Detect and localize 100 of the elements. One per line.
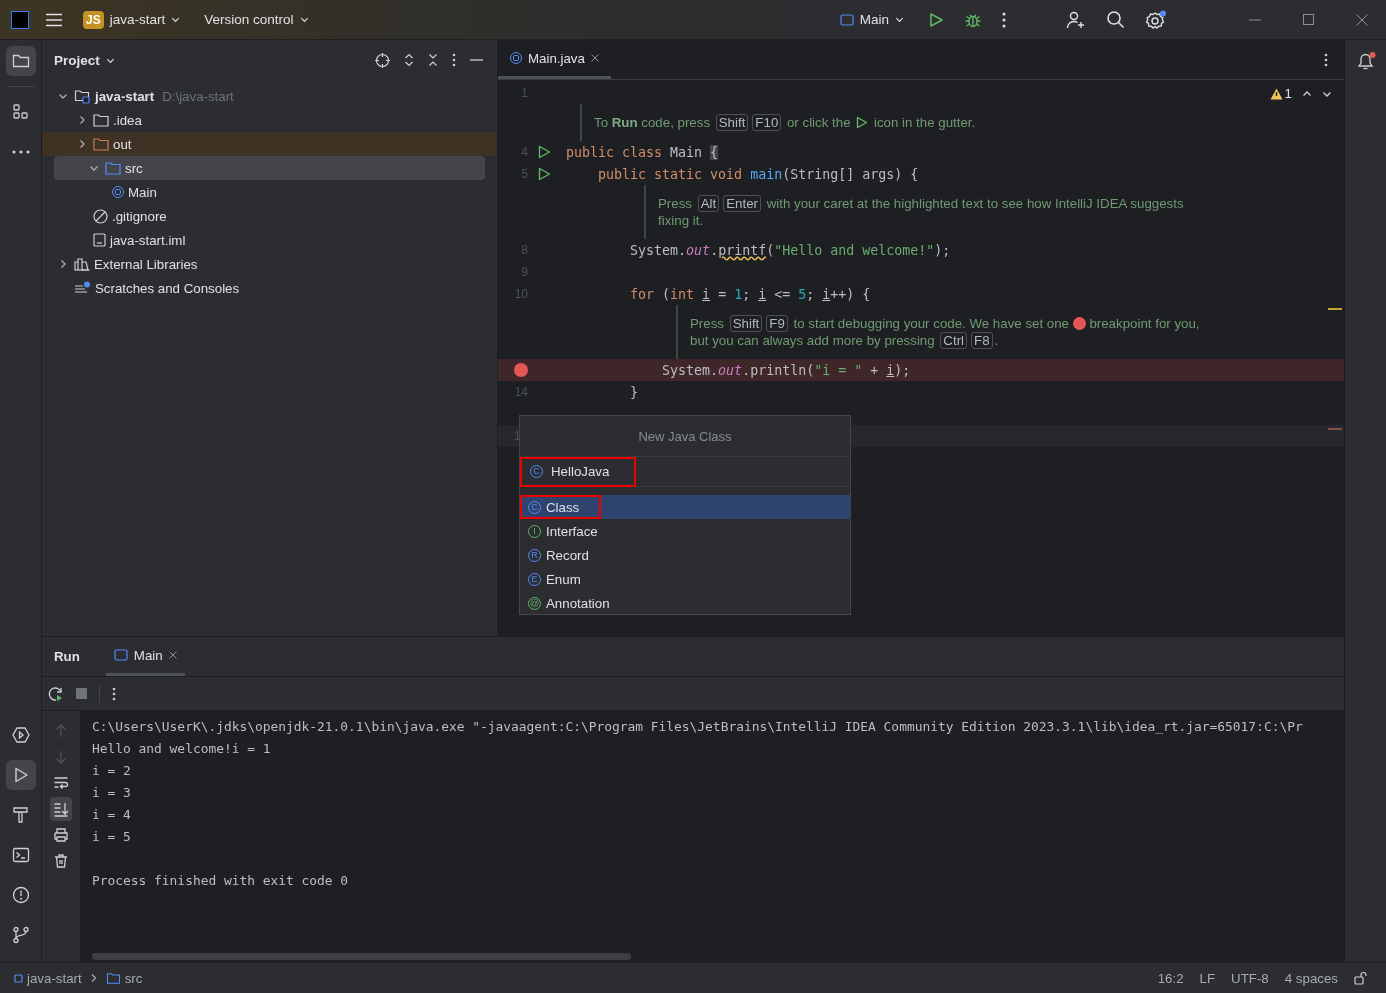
chevron-right-icon: [89, 973, 98, 983]
tree-item[interactable]: .gitignore: [42, 204, 485, 228]
expand-all-icon[interactable]: [404, 53, 414, 67]
more-icon[interactable]: [452, 53, 456, 67]
run-icon[interactable]: [537, 167, 551, 181]
status-item[interactable]: 4 spaces: [1284, 970, 1338, 986]
class-kind-option[interactable]: E Enum: [520, 567, 603, 591]
tool-window-title: Run: [54, 649, 80, 664]
app-logo-icon: [11, 10, 29, 29]
console-line: i = 3: [92, 784, 132, 802]
panel-title-dropdown[interactable]: Project: [54, 52, 115, 68]
more-icon[interactable]: [1002, 11, 1006, 28]
maximize-icon[interactable]: [1303, 14, 1314, 25]
window-icon: [113, 649, 128, 661]
chevron-right-icon[interactable]: [77, 115, 87, 125]
services-icon: [10, 725, 31, 745]
close-icon[interactable]: [168, 651, 177, 659]
close-icon[interactable]: [590, 54, 599, 62]
chevron-down-icon[interactable]: [58, 91, 68, 101]
breadcrumb[interactable]: java-start: [14, 970, 82, 986]
console-line: C:\Users\UserK\.jdks\openjdk-21.0.1\bin\java.exe "-javaagent:C:\Program Files\JetBrains\IntelliJ IDEA Community Edition 2023.3.1\lib\idea_rt.jar=65017:C:\Pr: [92, 718, 1304, 736]
scroll-to-end-icon[interactable]: [50, 797, 72, 821]
class-kind-option[interactable]: @ Annotation: [520, 591, 632, 615]
breadcrumb[interactable]: src: [105, 970, 143, 986]
tree-item[interactable]: Scratches and Consoles: [42, 276, 485, 300]
add-user-icon[interactable]: [1066, 9, 1086, 30]
search-icon[interactable]: [1106, 10, 1125, 29]
close-icon[interactable]: [1356, 13, 1368, 26]
branch-icon: [10, 925, 31, 945]
console-line: Hello and welcome!i = 1: [92, 740, 272, 758]
code-line: public class Main {: [566, 144, 719, 160]
folder-icon: [93, 113, 109, 127]
class-kind-option[interactable]: I Interface: [520, 519, 620, 543]
folder-icon: [105, 972, 121, 984]
console-line: Process finished with exit code 0: [92, 872, 350, 890]
tool-window-button[interactable]: [5, 760, 36, 790]
hammer-icon: [10, 805, 31, 825]
workspace-switcher[interactable]: JS java-start: [79, 6, 185, 33]
console-line: i = 4: [92, 806, 132, 824]
version-control-menu[interactable]: Version control: [200, 8, 313, 31]
warning-count[interactable]: 1: [1269, 86, 1292, 101]
console-line: i = 2: [92, 762, 132, 780]
code-line: System.out.println("i = " + i);: [661, 362, 911, 378]
chevron-down-icon: [299, 15, 309, 24]
code-line: }: [629, 384, 639, 400]
tree-item[interactable]: Main: [42, 180, 485, 204]
run-icon[interactable]: [928, 11, 944, 28]
folder-icon: [105, 161, 121, 175]
chevron-right-icon[interactable]: [77, 139, 87, 149]
run-icon[interactable]: [537, 145, 551, 159]
settings-icon[interactable]: [1145, 9, 1167, 30]
class-icon: [112, 186, 124, 198]
module-folder-icon: [74, 88, 91, 104]
window-icon: [839, 13, 854, 26]
tree-item[interactable]: .idea: [42, 108, 485, 132]
tree-item[interactable]: External Libraries: [42, 252, 485, 276]
console-line: i = 5: [92, 828, 132, 846]
scratches-icon: [74, 281, 91, 295]
file-icon: [93, 233, 106, 247]
collapse-all-icon[interactable]: [428, 53, 438, 67]
tree-item[interactable]: java-start D:\java-start: [42, 84, 485, 108]
run-tab[interactable]: Main: [105, 637, 185, 676]
inline-hint: To Run code, press Shift F10 or click the icon in the gutter.: [580, 104, 976, 141]
structure-icon: [10, 102, 31, 122]
rerun-icon[interactable]: [48, 685, 64, 702]
run-configuration-selector[interactable]: Main: [835, 8, 908, 31]
scrollbar[interactable]: [92, 953, 631, 960]
inline-hint: Press Alt Enter with your caret at the highlighted text to see how IntelliJ IDEA suggests fixing it.: [644, 185, 1184, 239]
code-line: for (int i = 1; i <= 5; i++) {: [629, 286, 871, 302]
more-icon: [10, 149, 31, 155]
menu-icon[interactable]: [45, 12, 63, 27]
breakpoint-icon[interactable]: [514, 363, 528, 377]
breakpoint-icon: [1072, 317, 1086, 330]
popup-title: New Java Class: [637, 427, 733, 446]
chevron-down-icon: [895, 15, 904, 24]
prohibited-icon: [93, 208, 108, 224]
status-item[interactable]: LF: [1199, 970, 1216, 986]
class-kind-option[interactable]: R Record: [520, 543, 611, 567]
tree-item[interactable]: java-start.iml: [42, 228, 485, 252]
library-icon: [74, 257, 90, 271]
more-icon[interactable]: [112, 686, 116, 701]
class-kind-option[interactable]: C Class: [520, 495, 602, 519]
class-name-field[interactable]: C HelloJava: [520, 456, 636, 487]
status-item[interactable]: 16:2: [1157, 970, 1184, 986]
code-line: public static void main(String[] args) {: [597, 166, 919, 182]
editor-tab[interactable]: Main.java: [498, 40, 611, 79]
more-icon[interactable]: [1324, 52, 1328, 67]
locate-icon[interactable]: [375, 52, 390, 68]
run-icon: [856, 116, 869, 129]
chevron-right-icon[interactable]: [58, 259, 68, 269]
code-line: System.out.printf("Hello and welcome!");: [629, 242, 951, 258]
project-path: D:\java-start: [162, 88, 234, 104]
unlocked-icon[interactable]: [1354, 971, 1368, 985]
class-icon: [510, 52, 522, 64]
warning-circle-icon: [10, 885, 31, 905]
terminal-icon: [10, 845, 31, 865]
tree-item[interactable]: src: [54, 156, 485, 180]
status-item[interactable]: UTF-8: [1231, 970, 1269, 986]
tool-window-button[interactable]: [5, 46, 36, 76]
chevron-down-icon: [171, 15, 181, 24]
